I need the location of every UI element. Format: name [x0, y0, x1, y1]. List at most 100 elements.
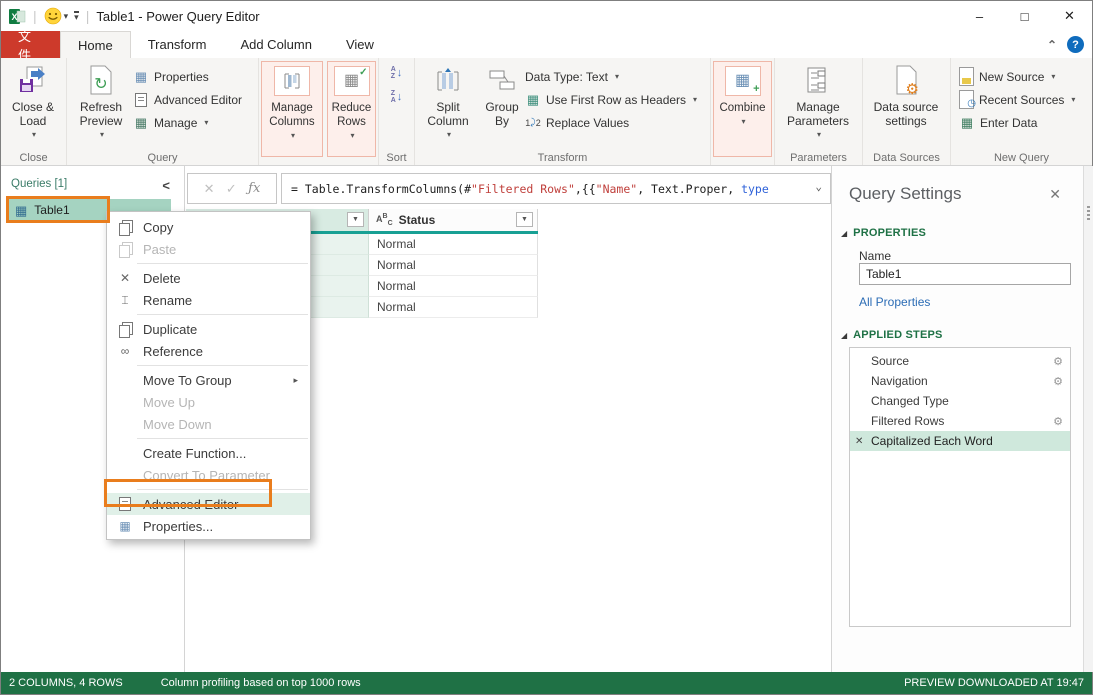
status-profiling-info[interactable]: Column profiling based on top 1000 rows: [161, 677, 361, 689]
column1-filter-button[interactable]: ▼: [347, 212, 364, 227]
menu-item-delete[interactable]: ✕ Delete: [107, 267, 310, 289]
tab-add-column[interactable]: Add Column: [223, 31, 329, 58]
menu-item-duplicate[interactable]: Duplicate: [107, 318, 310, 340]
window-title: Table1 - Power Query Editor: [96, 9, 259, 24]
expander-icon: ◢: [841, 229, 847, 238]
data-type-button[interactable]: Data Type: Text ▾: [525, 65, 697, 88]
menu-item-convert-to-parameter[interactable]: Convert To Parameter: [107, 464, 310, 486]
manage-columns-button[interactable]: Manage Columns ▾: [261, 61, 323, 157]
ribbon-group-parameters: Manage Parameters ▾ Parameters: [775, 58, 863, 165]
properties-button[interactable]: ▦ Properties: [133, 65, 242, 88]
menu-item-rename[interactable]: ⌶ Rename: [107, 289, 310, 311]
queries-pane-collapse-icon[interactable]: <: [162, 178, 170, 193]
sort-down-arrow-icon: ↓: [397, 91, 403, 103]
name-field-label: Name: [859, 249, 891, 263]
new-source-button[interactable]: New Source ▾: [959, 65, 1090, 88]
menu-item-move-to-group[interactable]: Move To Group ▸: [107, 369, 310, 391]
replace-values-button[interactable]: 1⤸2 Replace Values: [525, 111, 697, 134]
dropdown-caret: ▾: [615, 72, 619, 81]
query-name-input[interactable]: [859, 263, 1071, 285]
advanced-editor-button[interactable]: Advanced Editor: [133, 88, 242, 111]
replace-values-icon: 1⤸2: [525, 115, 541, 131]
tab-view[interactable]: View: [329, 31, 391, 58]
delete-icon: ✕: [107, 271, 143, 285]
grid-cell-status[interactable]: Normal: [369, 297, 538, 318]
refresh-preview-button[interactable]: ↻ Refresh Preview ▾: [69, 61, 133, 150]
grid-cell-status[interactable]: Normal: [369, 276, 538, 297]
close-and-load-button[interactable]: Close & Load ▾: [3, 61, 63, 142]
quick-access-toolbar-customize-icon[interactable]: ▾: [74, 11, 79, 21]
group-by-button[interactable]: Group By: [479, 61, 525, 150]
replace-values-label: Replace Values: [546, 116, 629, 130]
status-filter-button[interactable]: ▼: [516, 212, 533, 227]
text-type-icon: ABC: [376, 212, 393, 228]
step-capitalized-each-word[interactable]: ✕ Capitalized Each Word: [850, 431, 1070, 451]
refresh-preview-icon: ↻: [87, 63, 115, 97]
use-first-row-as-headers-button[interactable]: ▦ Use First Row as Headers ▾: [525, 88, 697, 111]
gear-icon[interactable]: ⚙: [1053, 355, 1063, 368]
step-source[interactable]: Source ⚙: [850, 351, 1070, 371]
tab-home[interactable]: Home: [60, 31, 131, 58]
menu-item-label: Rename: [143, 293, 192, 308]
smiley-dropdown-caret[interactable]: ▾: [64, 11, 69, 22]
menu-item-reference[interactable]: ∞ Reference: [107, 340, 310, 362]
formula-text: = Table.TransformColumns(#: [291, 182, 471, 196]
properties-icon: ▦: [107, 519, 143, 533]
menu-item-move-up[interactable]: Move Up: [107, 391, 310, 413]
titlebar-separator: |: [33, 8, 37, 24]
collapse-ribbon-icon[interactable]: ⌃: [1047, 38, 1057, 52]
menu-item-paste[interactable]: Paste: [107, 238, 310, 260]
manage-button[interactable]: ▦ Manage ▾: [133, 111, 242, 134]
recent-sources-button[interactable]: ◷ Recent Sources ▾: [959, 88, 1090, 111]
close-button[interactable]: ✕: [1047, 1, 1092, 31]
query-settings-pane: Query Settings ✕ ◢ PROPERTIES Name All P…: [832, 166, 1083, 672]
properties-section-header[interactable]: ◢ PROPERTIES: [841, 227, 926, 239]
split-column-button[interactable]: Split Column ▾: [417, 61, 479, 150]
combine-button[interactable]: ▦ + Combine ▾: [713, 61, 772, 157]
fx-icon[interactable]: ƒx: [248, 181, 260, 196]
menu-item-copy[interactable]: Copy: [107, 216, 310, 238]
pane-splitter[interactable]: [1083, 166, 1093, 672]
expander-icon: ◢: [841, 331, 847, 340]
menu-item-advanced-editor[interactable]: Advanced Editor: [107, 493, 310, 515]
menu-item-properties[interactable]: ▦ Properties...: [107, 515, 310, 537]
menu-item-create-function[interactable]: Create Function...: [107, 442, 310, 464]
step-navigation[interactable]: Navigation ⚙: [850, 371, 1070, 391]
recent-sources-label: Recent Sources: [979, 93, 1064, 107]
maximize-button[interactable]: □: [1002, 1, 1047, 31]
enter-data-button[interactable]: ▦ Enter Data: [959, 111, 1090, 134]
help-icon[interactable]: ?: [1067, 36, 1084, 53]
applied-steps-section-header[interactable]: ◢ APPLIED STEPS: [841, 329, 943, 341]
advanced-editor-icon: [107, 497, 143, 511]
manage-parameters-button[interactable]: Manage Parameters ▾: [777, 61, 859, 142]
tab-row-extras: ⌃ ?: [1047, 31, 1084, 58]
group-label-parameters: Parameters: [775, 152, 862, 164]
tab-file[interactable]: 文件: [1, 31, 60, 58]
delete-step-icon[interactable]: ✕: [855, 436, 863, 447]
data-source-settings-button[interactable]: ⚙ Data source settings: [865, 61, 947, 128]
menu-item-move-down[interactable]: Move Down: [107, 413, 310, 435]
minimize-button[interactable]: –: [957, 1, 1002, 31]
sort-ascending-button[interactable]: AZ ↓: [381, 61, 412, 85]
step-filtered-rows[interactable]: Filtered Rows ⚙: [850, 411, 1070, 431]
smiley-feedback-icon[interactable]: [44, 7, 62, 25]
dropdown-caret: ▾: [1071, 95, 1075, 104]
grid-cell-status[interactable]: Normal: [369, 234, 538, 255]
sort-descending-button[interactable]: ZA ↓: [381, 85, 412, 109]
formula-cancel-icon[interactable]: ✕: [204, 181, 215, 197]
formula-expand-caret[interactable]: ⌄: [815, 180, 822, 193]
grid-cell-status[interactable]: Normal: [369, 255, 538, 276]
tab-transform[interactable]: Transform: [131, 31, 224, 58]
reduce-rows-button[interactable]: ▦ ✓ Reduce Rows ▾: [327, 61, 376, 157]
grid-column-status-header[interactable]: ABC Status ▼: [369, 209, 538, 231]
formula-input[interactable]: = Table.TransformColumns(#"Filtered Rows…: [281, 173, 831, 204]
all-properties-link[interactable]: All Properties: [859, 295, 930, 309]
advanced-editor-label: Advanced Editor: [154, 93, 242, 107]
formula-accept-icon[interactable]: ✓: [226, 181, 237, 197]
step-changed-type[interactable]: Changed Type: [850, 391, 1070, 411]
gear-icon[interactable]: ⚙: [1053, 375, 1063, 388]
gear-icon[interactable]: ⚙: [1053, 415, 1063, 428]
menu-item-label: Paste: [143, 242, 176, 257]
dropdown-caret: ▾: [350, 129, 354, 143]
query-settings-close-icon[interactable]: ✕: [1049, 186, 1061, 203]
